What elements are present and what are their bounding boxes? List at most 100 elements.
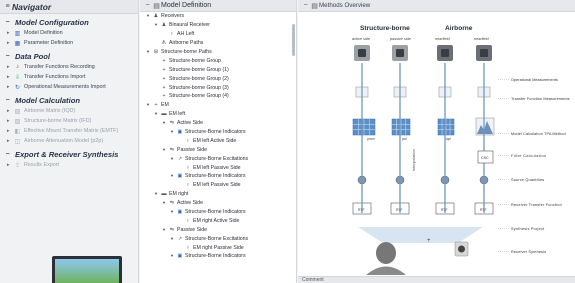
chevron-down-icon[interactable]: ▾ xyxy=(144,49,152,55)
chevron-down-icon[interactable]: ▾ xyxy=(152,111,160,117)
airborne-attenuation-icon: ◫ xyxy=(14,138,21,145)
tree-node[interactable]: ▾ ↗ Structure-Borne Excitations xyxy=(140,234,296,243)
tree-node-label: Structure-borne Group xyxy=(169,57,221,64)
nav-item[interactable]: ▸ ♪ Transfer Functions Recording xyxy=(0,62,138,72)
tree-node[interactable]: ▾ ▣ Structure-Borne Indicators xyxy=(140,172,296,181)
tree-node-label: EM right Active Side xyxy=(193,217,240,224)
nav-item[interactable]: ▸ ▦ Parameter Definition xyxy=(0,38,138,48)
app-window: ≡ Navigator − Model Configuration ▸ ▥ Model … xyxy=(0,0,575,283)
tree-node[interactable]: ▾ ↗ Structure-Borne Excitations xyxy=(140,154,296,163)
menu-icon[interactable]: ≡ xyxy=(3,3,12,10)
expand-icon[interactable]: ▸ xyxy=(7,118,14,124)
tree-node[interactable]: ♀ EM left Passive Side xyxy=(140,163,296,172)
tree-node[interactable]: ▾ ⇋ Active Side xyxy=(140,119,296,128)
device-detail xyxy=(358,49,366,57)
nav-item[interactable]: ▸ ⇪ Results Export xyxy=(0,160,138,170)
nav-section-header[interactable]: − Model Calculation xyxy=(0,94,138,106)
tree-node[interactable]: ▾ ▬ EM left xyxy=(140,110,296,119)
tree-node[interactable]: ♀ EM left Passive Side xyxy=(140,181,296,190)
chevron-down-icon[interactable]: ▾ xyxy=(144,102,152,108)
chevron-down-icon[interactable]: ▾ xyxy=(144,13,152,19)
tree-node[interactable]: + Structure-borne Group (3) xyxy=(140,83,296,92)
parameter-definition-icon: ▦ xyxy=(14,40,21,47)
expand-icon[interactable]: ▸ xyxy=(7,108,14,114)
rtf-label: RTF xyxy=(480,208,487,212)
tree-node[interactable]: ▾ ▬ EM right xyxy=(140,190,296,199)
tree-node[interactable]: ▾ ♟ Receivers xyxy=(140,12,296,21)
collapse-icon[interactable]: − xyxy=(3,53,12,60)
chevron-down-icon[interactable]: ▾ xyxy=(152,191,160,197)
tree-node[interactable]: ♀ EM left Active Side xyxy=(140,136,296,145)
expand-icon[interactable]: ▸ xyxy=(7,40,14,46)
expand-icon[interactable]: ▸ xyxy=(7,30,14,36)
results-export-icon: ⇪ xyxy=(14,162,21,169)
tree-node[interactable]: + Structure-borne Group (2) xyxy=(140,74,296,83)
interpolation-label: interpolation xyxy=(411,149,416,171)
expand-icon[interactable]: ▸ xyxy=(7,162,14,168)
expand-icon[interactable]: ▸ xyxy=(7,84,14,90)
nav-item[interactable]: ▸ ▨ Structure-borne Matrix (IFD) xyxy=(0,116,138,126)
chevron-down-icon[interactable]: ▾ xyxy=(168,173,176,179)
expand-icon[interactable]: ▸ xyxy=(7,64,14,70)
tree-node[interactable]: + Structure-borne Group (4) xyxy=(140,92,296,101)
chevron-down-icon[interactable]: ▾ xyxy=(160,227,168,233)
chevron-down-icon[interactable]: ▾ xyxy=(168,156,176,162)
chevron-down-icon[interactable]: ▾ xyxy=(168,253,176,259)
list-icon: ▤ xyxy=(153,2,160,10)
chevron-down-icon[interactable]: ▾ xyxy=(160,147,168,153)
tree-node-label: EM left Active Side xyxy=(193,137,237,144)
tree-node[interactable]: ▾ ⇋ Passive Side xyxy=(140,145,296,154)
tree-node[interactable]: ▾ + EM xyxy=(140,101,296,110)
tree-node-label: Structure-Borne Excitations xyxy=(185,235,249,242)
collapse-icon[interactable]: − xyxy=(3,97,12,104)
nav-section-header[interactable]: − Model Configuration xyxy=(0,16,138,28)
tree-node[interactable]: ▾ ▣ Structure-Borne Indicators xyxy=(140,128,296,137)
tree-node[interactable]: ♀ EM right Passive Side xyxy=(140,243,296,252)
process-step-label: Receiver Synthesis xyxy=(511,250,546,254)
column-label: nearfield xyxy=(474,37,489,41)
tree-node[interactable]: ♀ AH Left xyxy=(140,30,296,39)
collapse-icon[interactable]: − xyxy=(143,2,152,9)
nav-item[interactable]: ▸ ↻ Operational Measurements Import xyxy=(0,82,138,92)
tree-node[interactable]: ▾ ⊞ Structure-borne Paths xyxy=(140,48,296,57)
tree-node-label: Active Side xyxy=(177,200,203,207)
plus-sign: + xyxy=(427,238,431,244)
collapse-icon[interactable]: − xyxy=(301,2,310,9)
tree-node[interactable]: ▾ ⇋ Active Side xyxy=(140,199,296,208)
navigator-pane: ≡ Navigator − Model Configuration ▸ ▥ Model … xyxy=(0,0,139,283)
tree-node[interactable]: ♀ EM right Active Side xyxy=(140,216,296,225)
tree-node[interactable]: + Structure-borne Group (1) xyxy=(140,65,296,74)
chevron-down-icon[interactable]: ▾ xyxy=(168,236,176,242)
nav-section-header[interactable]: − Data Pool xyxy=(0,50,138,62)
nav-section-header[interactable]: − Export & Receiver Synthesis xyxy=(0,148,138,160)
scrollbar[interactable] xyxy=(292,24,295,56)
nav-item[interactable]: ▸ ▥ Model Definition xyxy=(0,28,138,38)
chevron-down-icon[interactable]: ▾ xyxy=(160,200,168,206)
plus-icon: + xyxy=(162,66,166,73)
tree-node-label: Structure-Borne Indicators xyxy=(185,253,246,260)
nav-item[interactable]: ▸ ▧ Airborne Matrix (IQD) xyxy=(0,106,138,116)
nav-item[interactable]: ▸ ⇩ Transfer Functions Import xyxy=(0,72,138,82)
chevron-down-icon[interactable]: ▾ xyxy=(160,120,168,126)
nav-item[interactable]: ▸ ◫ Airborne Attenuation Model (p2p) xyxy=(0,136,138,146)
device-detail xyxy=(441,49,449,57)
collapse-icon[interactable]: − xyxy=(3,19,12,26)
expand-icon[interactable]: ▸ xyxy=(7,128,14,134)
expand-icon[interactable]: ▸ xyxy=(7,138,14,144)
comment-bar[interactable]: Comment xyxy=(298,276,575,283)
chevron-down-icon[interactable]: ▾ xyxy=(152,22,160,28)
chevron-down-icon[interactable]: ▾ xyxy=(168,209,176,215)
side-icon: ⇋ xyxy=(169,200,175,207)
tree-node[interactable]: ▾ ▣ Structure-Borne Indicators xyxy=(140,252,296,261)
tree-node[interactable]: + Structure-borne Group xyxy=(140,56,296,65)
expand-icon[interactable]: ▸ xyxy=(7,74,14,80)
tree-node[interactable]: ▾ ♟ Binaural Receiver xyxy=(140,21,296,30)
tree-node[interactable]: ▾ ▣ Structure-Borne Indicators xyxy=(140,208,296,217)
pin-icon: ♀ xyxy=(186,182,190,189)
tree-node[interactable]: ᗑ Airborne Paths xyxy=(140,39,296,48)
nav-item-label: Airborne Matrix (IQD) xyxy=(24,108,76,114)
tree-node[interactable]: ▾ ⇋ Passive Side xyxy=(140,225,296,234)
collapse-icon[interactable]: − xyxy=(3,151,12,158)
nav-item[interactable]: ▸ ◧ Effective Mount Transfer Matrix (EMTF) xyxy=(0,126,138,136)
chevron-down-icon[interactable]: ▾ xyxy=(168,129,176,135)
